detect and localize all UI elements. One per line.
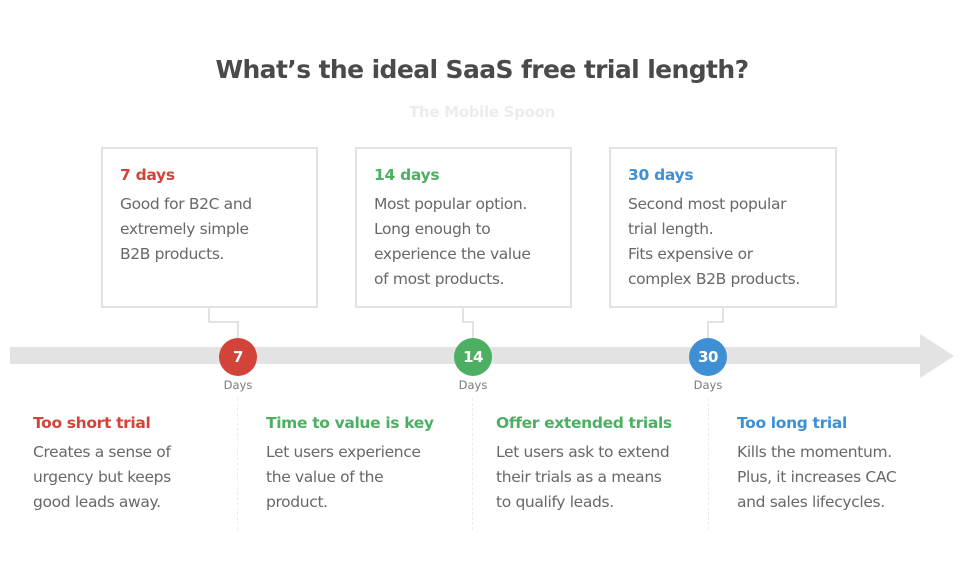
note-title: Offer extended trials	[496, 414, 672, 432]
trial-box-30-days: 30 days Second most popular trial length…	[609, 147, 837, 308]
section-divider	[237, 398, 238, 530]
note-time-to-value: Time to value is key Let users experienc…	[266, 413, 434, 515]
note-title: Time to value is key	[266, 414, 434, 432]
note-text: Creates a sense of urgency but keeps goo…	[33, 443, 171, 511]
section-divider	[472, 398, 473, 530]
note-text: Let users experience the value of the pr…	[266, 443, 421, 511]
watermark: The Mobile Spoon	[409, 103, 555, 121]
connector-30-days	[707, 308, 724, 340]
trial-box-title: 30 days	[628, 166, 694, 184]
note-text: Kills the momentum. Plus, it increases C…	[737, 443, 897, 511]
note-too-long-trial: Too long trial Kills the momentum. Plus,…	[737, 413, 897, 515]
trial-box-14-days: 14 days Most popular option. Long enough…	[355, 147, 572, 308]
timeline-arrowhead-icon	[920, 334, 954, 378]
trial-box-text: Most popular option. Long enough to expe…	[374, 195, 531, 288]
note-too-short-trial: Too short trial Creates a sense of urgen…	[33, 413, 171, 515]
note-extended-trials: Offer extended trials Let users ask to e…	[496, 413, 672, 515]
section-divider	[708, 398, 709, 530]
milestone-unit-label: Days	[223, 378, 253, 392]
trial-box-text: Good for B2C and extremely simple B2B pr…	[120, 195, 252, 263]
trial-box-title: 14 days	[374, 166, 440, 184]
note-text: Let users ask to extend their trials as …	[496, 443, 670, 511]
page-title: What’s the ideal SaaS free trial length?	[215, 55, 750, 84]
trial-box-title: 7 days	[120, 166, 175, 184]
note-title: Too long trial	[737, 414, 847, 432]
milestone-7-days: 7	[219, 338, 257, 376]
note-title: Too short trial	[33, 414, 151, 432]
connector-14-days	[462, 308, 474, 340]
milestone-unit-label: Days	[693, 378, 723, 392]
milestone-30-days: 30	[689, 338, 727, 376]
milestone-unit-label: Days	[458, 378, 488, 392]
connector-7-days	[208, 308, 239, 340]
trial-box-text: Second most popular trial length. Fits e…	[628, 195, 800, 288]
trial-box-7-days: 7 days Good for B2C and extremely simple…	[101, 147, 318, 308]
milestone-14-days: 14	[454, 338, 492, 376]
